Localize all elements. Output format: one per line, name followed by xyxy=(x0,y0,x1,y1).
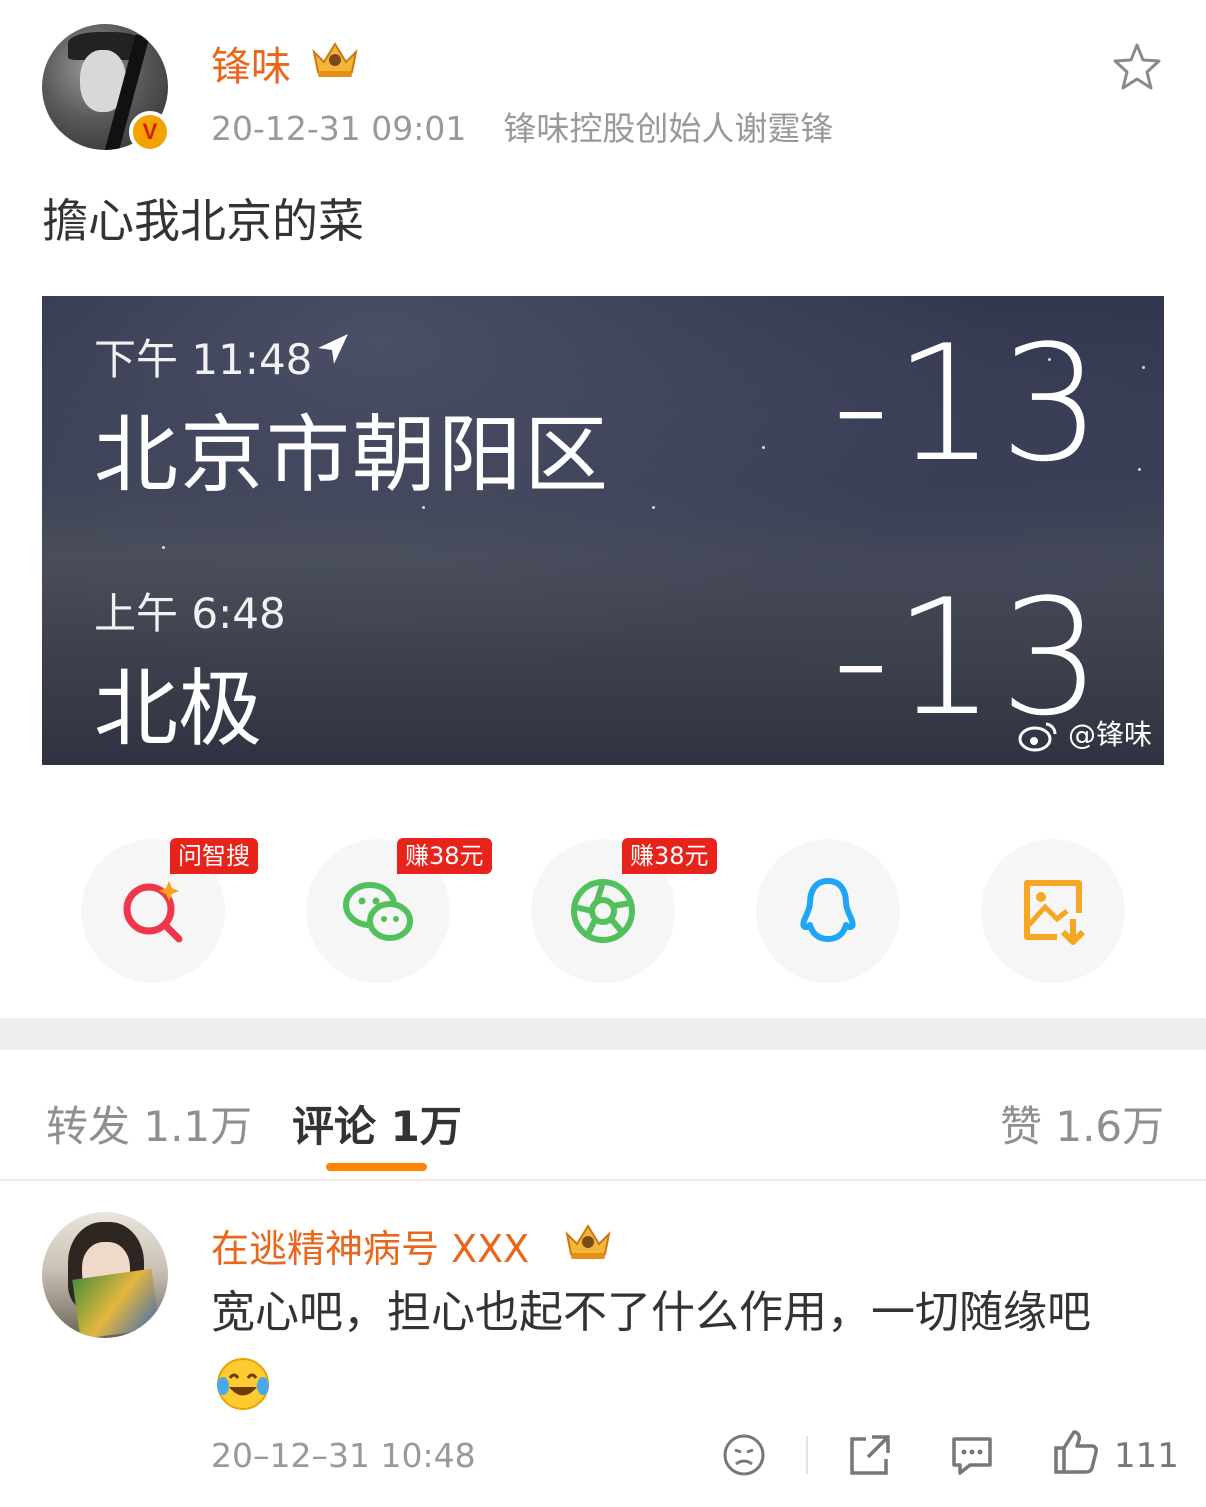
qq-icon xyxy=(800,878,856,942)
dislike-face-icon[interactable] xyxy=(720,1431,768,1479)
post-source: 锋味控股创始人谢霆锋 xyxy=(503,109,834,148)
verified-badge-icon: V xyxy=(129,111,171,153)
post-image[interactable]: 下午 11:48 北京市朝阳区 -13 上午 6:48 北极 -13 @锋味 xyxy=(42,296,1164,765)
section-divider xyxy=(0,1018,1206,1050)
post-meta: 20-12-31 09:01 锋味控股创始人谢霆锋 xyxy=(211,102,833,150)
share-moments-tag: 赚38元 xyxy=(622,838,717,874)
favorite-star-icon[interactable] xyxy=(1110,40,1164,94)
row1-temperature: -13 xyxy=(832,310,1106,497)
actions-divider xyxy=(806,1436,808,1474)
share-qq-button[interactable] xyxy=(756,839,900,983)
location-arrow-icon xyxy=(318,334,348,364)
comment-text: 宽心吧，担心也起不了什么作用，一切随缘吧 xyxy=(211,1287,1091,1338)
ai-search-icon xyxy=(123,881,183,943)
row2-city: 北极 xyxy=(94,660,263,758)
active-tab-indicator xyxy=(326,1163,427,1171)
row2-temperature: -13 xyxy=(832,564,1106,751)
post-text: 擔心我北京的菜 xyxy=(42,194,364,248)
weibo-logo-icon xyxy=(1018,722,1057,752)
share-ai-search-tag: 问智搜 xyxy=(170,838,258,874)
share-wechat-tag: 赚38元 xyxy=(397,838,492,874)
tab-comments[interactable]: 评论 1万 xyxy=(292,1093,462,1154)
share-icon[interactable] xyxy=(846,1431,894,1479)
commenter-name[interactable]: 在逃精神病号 XXX xyxy=(211,1218,529,1273)
post-timestamp: 20-12-31 09:01 xyxy=(211,109,467,148)
laugh-cry-emoji-icon xyxy=(217,1358,269,1410)
vip-crown-icon xyxy=(312,42,358,77)
author-name[interactable]: 锋味 xyxy=(211,34,291,92)
row1-city: 北京市朝阳区 xyxy=(94,406,611,504)
moments-icon xyxy=(571,879,635,943)
tabs-divider xyxy=(0,1179,1206,1181)
row2-time: 上午 6:48 xyxy=(94,589,286,638)
tab-likes[interactable]: 赞 1.6万 xyxy=(1000,1093,1164,1154)
commenter-avatar[interactable] xyxy=(42,1212,168,1338)
reply-comment-icon[interactable] xyxy=(948,1431,996,1479)
save-image-button[interactable] xyxy=(981,839,1125,983)
wechat-icon xyxy=(343,882,413,941)
image-watermark: @锋味 xyxy=(1067,718,1152,751)
tab-reposts[interactable]: 转发 1.1万 xyxy=(46,1093,252,1154)
comment-like-count: 111 xyxy=(1114,1436,1179,1476)
comment-timestamp: 20–12–31 10:48 xyxy=(211,1436,476,1475)
row1-time: 下午 11:48 xyxy=(94,335,313,384)
vip-crown-icon xyxy=(565,1224,611,1259)
like-thumb-icon[interactable] xyxy=(1052,1428,1100,1476)
save-image-icon xyxy=(1024,880,1086,945)
